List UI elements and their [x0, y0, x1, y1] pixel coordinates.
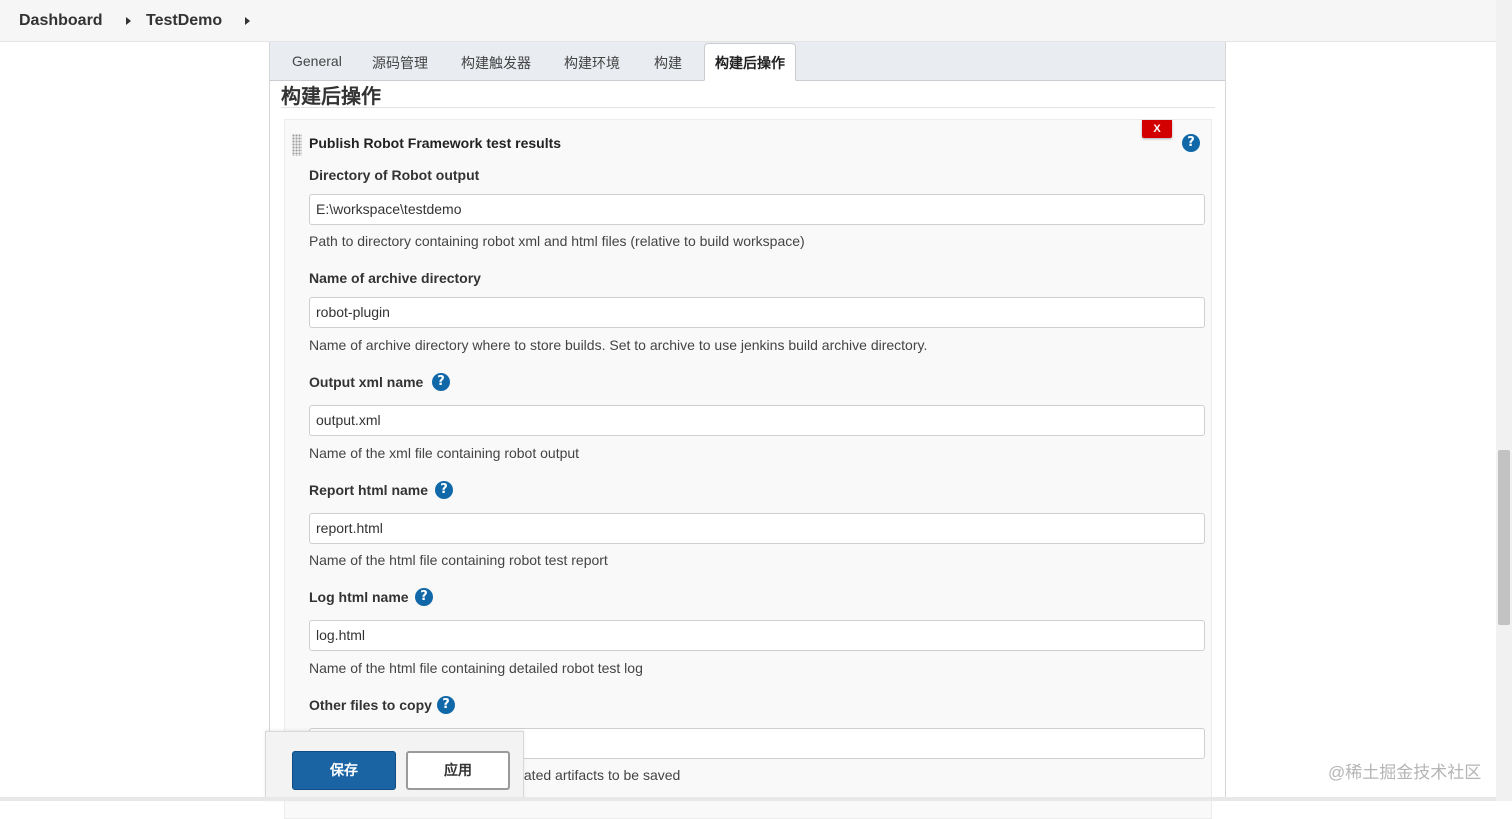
config-tabs: General 源码管理 构建触发器 构建环境 构建 构建后操作: [270, 42, 1225, 81]
tab-triggers[interactable]: 构建触发器: [461, 53, 531, 73]
help-icon[interactable]: ?: [437, 696, 455, 714]
archive-dir-label: Name of archive directory: [309, 270, 481, 286]
breadcrumb-testdemo[interactable]: TestDemo: [146, 12, 222, 30]
robot-output-dir-description: Path to directory containing robot xml a…: [309, 233, 805, 249]
other-files-label: Other files to copy: [309, 697, 432, 713]
tab-scm[interactable]: 源码管理: [372, 53, 428, 73]
config-panel: General 源码管理 构建触发器 构建环境 构建 构建后操作 构建后操作 P…: [269, 42, 1226, 819]
step-title: Publish Robot Framework test results: [309, 135, 562, 151]
horizontal-scrollbar[interactable]: [0, 797, 1496, 801]
output-xml-input[interactable]: output.xml: [309, 405, 1205, 436]
tab-build[interactable]: 构建: [654, 53, 682, 73]
report-html-description: Name of the html file containing robot t…: [309, 552, 608, 568]
report-html-label: Report html name: [309, 482, 429, 498]
help-icon[interactable]: ?: [1182, 134, 1200, 152]
tab-environment[interactable]: 构建环境: [564, 53, 620, 73]
log-html-input[interactable]: log.html: [309, 620, 1205, 651]
log-html-label: Log html name: [309, 589, 409, 605]
tab-general[interactable]: General: [292, 53, 342, 69]
help-icon[interactable]: ?: [435, 481, 453, 499]
apply-button[interactable]: 应用: [406, 751, 510, 790]
archive-dir-input[interactable]: robot-plugin: [309, 297, 1205, 328]
chevron-right-icon[interactable]: [126, 17, 131, 25]
archive-dir-description: Name of archive directory where to store…: [309, 337, 928, 353]
vertical-scrollbar[interactable]: [1496, 0, 1512, 801]
post-build-step: Publish Robot Framework test results X ?…: [284, 119, 1212, 819]
breadcrumb-bar: Dashboard TestDemo: [0, 0, 1512, 42]
help-icon[interactable]: ?: [432, 373, 450, 391]
output-xml-label: Output xml name: [309, 374, 424, 390]
section-title: 构建后操作: [281, 86, 381, 108]
save-bar: 保存 应用: [265, 731, 524, 801]
breadcrumb-dashboard[interactable]: Dashboard: [19, 12, 103, 30]
robot-output-dir-input[interactable]: E:\workspace\testdemo: [309, 194, 1205, 225]
chevron-right-icon[interactable]: [245, 17, 250, 25]
section-divider: [281, 107, 1215, 108]
log-html-description: Name of the html file containing detaile…: [309, 660, 643, 676]
drag-handle-icon[interactable]: [292, 134, 302, 156]
tab-post-build[interactable]: 构建后操作: [704, 43, 796, 81]
scrollbar-thumb[interactable]: [1498, 450, 1510, 625]
output-xml-description: Name of the xml file containing robot ou…: [309, 445, 580, 461]
help-icon[interactable]: ?: [415, 588, 433, 606]
delete-step-button[interactable]: X: [1142, 120, 1172, 138]
report-html-input[interactable]: report.html: [309, 513, 1205, 544]
other-files-description: elated artifacts to be saved: [513, 767, 681, 783]
save-button[interactable]: 保存: [292, 751, 396, 790]
robot-output-dir-label: Directory of Robot output: [309, 167, 480, 183]
watermark: @稀土掘金技术社区: [1328, 763, 1482, 782]
